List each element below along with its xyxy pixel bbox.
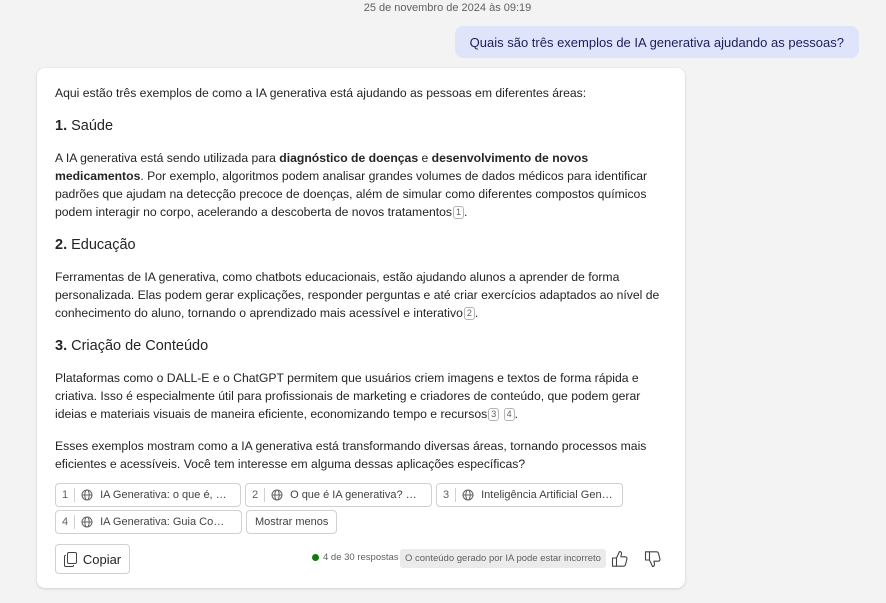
- copy-button[interactable]: Copiar: [55, 544, 130, 574]
- thumbs-up-icon[interactable]: [610, 549, 630, 569]
- reference-link-3[interactable]: 3 Inteligência Artificial Gene...: [436, 483, 623, 507]
- ai-disclaimer-badge: O conteúdo gerado por IA pode estar inco…: [400, 549, 606, 568]
- section-heading-saude: 1. Saúde: [55, 116, 675, 136]
- references-list: 1 IA Generativa: o que é, co... 2 O que …: [55, 483, 675, 537]
- section-number: 2.: [55, 237, 68, 253]
- response-count-text: 4 de 30 respostas: [323, 552, 399, 563]
- globe-icon: [81, 489, 93, 501]
- paragraph-text: A IA generativa está sendo utilizada par…: [55, 151, 280, 165]
- response-conclusion: Esses exemplos mostram como a IA generat…: [55, 439, 647, 471]
- response-footer: Copiar 4 de 30 respostas O conteúdo gera…: [55, 544, 667, 574]
- citation-badge[interactable]: 1: [453, 206, 465, 219]
- response-intro: Aqui estão três exemplos de como a IA ge…: [55, 86, 587, 100]
- section-heading-educacao: 2. Educação: [55, 235, 675, 255]
- citation-badge[interactable]: 3: [488, 408, 500, 421]
- message-timestamp: 25 de novembro de 2024 às 09:19: [363, 2, 532, 14]
- period: .: [514, 407, 519, 421]
- citation-badge[interactable]: 2: [463, 307, 475, 320]
- thumbs-down-icon[interactable]: [643, 549, 663, 569]
- section-number: 3.: [55, 338, 68, 354]
- user-message-bubble: Quais são três exemplos de IA generativa…: [454, 26, 859, 58]
- period: .: [464, 205, 468, 219]
- globe-icon: [462, 489, 474, 501]
- copy-label: Copiar: [82, 551, 122, 567]
- status-dot: [312, 554, 319, 561]
- section-paragraph-educacao: Ferramentas de IA generativa, como chatb…: [55, 268, 675, 322]
- reference-title: IA Generativa: o que é, co...: [100, 489, 232, 501]
- paragraph-text: . Por exemplo, algoritmos podem analisar…: [55, 169, 648, 219]
- section-number: 1.: [55, 118, 68, 134]
- paragraph-text: e: [418, 151, 432, 165]
- reference-title: Inteligência Artificial Gene...: [481, 489, 614, 501]
- section-heading-criacao: 3. Criação de Conteúdo: [55, 336, 675, 356]
- section-paragraph-criacao: Plataformas como o DALL-E e o ChatGPT pe…: [55, 369, 675, 423]
- assistant-response-card: Aqui estão três exemplos de como a IA ge…: [37, 68, 685, 588]
- citation-badge[interactable]: 4: [503, 408, 515, 421]
- show-less-button[interactable]: Mostrar menos: [246, 510, 338, 534]
- paragraph-text: Plataformas como o DALL-E e o ChatGPT pe…: [55, 371, 641, 421]
- response-content: Aqui estão três exemplos de como a IA ge…: [55, 84, 675, 473]
- section-title: Saúde: [71, 118, 114, 134]
- reference-link-4[interactable]: 4 IA Generativa: Guia Compl...: [55, 510, 242, 534]
- user-message-text: Quais são três exemplos de IA generativa…: [469, 34, 844, 50]
- reference-number: 3: [443, 489, 450, 501]
- reference-title: O que é IA generativa? Vej...: [290, 489, 423, 501]
- bold-text: diagnóstico de doenças: [279, 151, 419, 165]
- copy-icon: [63, 551, 77, 567]
- section-paragraph-saude: A IA generativa está sendo utilizada par…: [55, 149, 675, 221]
- paragraph-text: Ferramentas de IA generativa, como chatb…: [55, 270, 660, 320]
- reference-link-1[interactable]: 1 IA Generativa: o que é, co...: [55, 483, 241, 507]
- reference-link-2[interactable]: 2 O que é IA generativa? Vej...: [245, 483, 432, 507]
- globe-icon: [81, 516, 93, 528]
- section-title: Criação de Conteúdo: [71, 338, 209, 354]
- globe-icon: [271, 489, 283, 501]
- section-title: Educação: [71, 237, 136, 253]
- reference-number: 1: [62, 489, 69, 501]
- period: .: [474, 306, 479, 320]
- reference-title: IA Generativa: Guia Compl...: [100, 516, 233, 528]
- reference-number: 4: [62, 516, 69, 528]
- response-count: 4 de 30 respostas: [312, 552, 399, 563]
- reference-number: 2: [252, 489, 259, 501]
